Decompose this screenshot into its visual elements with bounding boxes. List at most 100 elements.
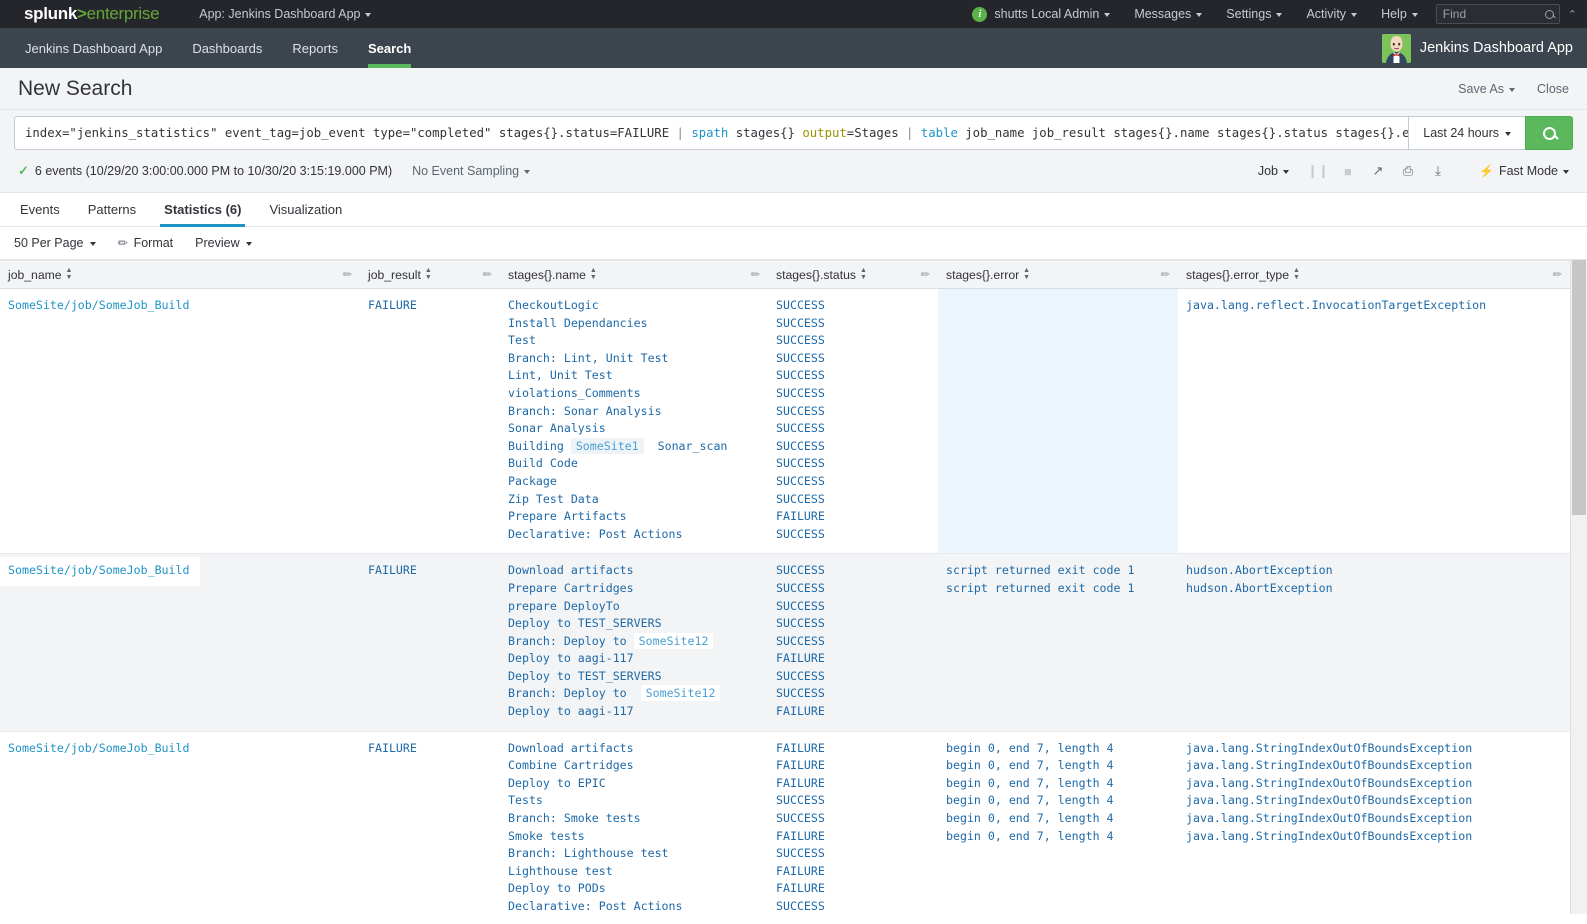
column-edit-icon[interactable]: ✎ bbox=[1550, 267, 1565, 282]
nav-item-dashboards[interactable]: Dashboards bbox=[177, 28, 277, 68]
cell-stage-error-types[interactable]: java.lang.StringIndexOutOfBoundsExceptio… bbox=[1178, 731, 1570, 914]
column-header-stages-error[interactable]: stages{}.error ▲ ▼ ✎ bbox=[938, 260, 1178, 289]
column-header-job-name[interactable]: job_name ▲ ▼ ✎ bbox=[0, 260, 360, 289]
stage-status-line: FAILURE bbox=[776, 775, 825, 790]
cell-stage-statuses[interactable]: FAILURE FAILURE FAILURE SUCCESS SUCCESS FAILU… bbox=[768, 731, 938, 914]
cell-stage-names[interactable]: Download artifacts Combine Cartridges Depl… bbox=[500, 731, 768, 914]
cell-stage-error-types[interactable]: hudson.AbortException hudson.AbortExcepti… bbox=[1178, 553, 1570, 732]
nav-label: Jenkins Dashboard App bbox=[25, 40, 163, 56]
save-as-button[interactable]: Save As bbox=[1458, 82, 1516, 96]
format-button[interactable]: ✎ Format bbox=[114, 234, 174, 251]
sort-icon[interactable]: ▲ ▼ bbox=[425, 267, 432, 281]
pencil-icon: ✎ bbox=[114, 234, 132, 252]
stage-status-line: SUCCESS bbox=[776, 473, 825, 488]
column-header-stages-name[interactable]: stages{}.name ▲ ▼ ✎ bbox=[500, 260, 768, 289]
cell-job-result[interactable]: FAILURE bbox=[360, 288, 500, 555]
table-row[interactable]: SomeSite/job/SomeJob_Build FAILURE Checkou… bbox=[0, 288, 1570, 555]
table-row[interactable]: SomeSite/job/SomeJob_Build FAILURE Downloa… bbox=[0, 731, 1570, 914]
stop-icon[interactable]: ■ bbox=[1333, 160, 1363, 182]
search-input[interactable]: index="jenkins_statistics" event_tag=job… bbox=[14, 116, 1409, 150]
find-input[interactable] bbox=[1442, 7, 1553, 21]
spl-token: | bbox=[676, 126, 692, 140]
vertical-scrollbar[interactable] bbox=[1570, 260, 1587, 914]
pause-icon[interactable]: ❙❙ bbox=[1303, 160, 1333, 182]
share-icon[interactable]: ↗ bbox=[1363, 160, 1393, 182]
tab-visualization[interactable]: Visualization bbox=[255, 193, 356, 226]
search-mode-menu[interactable]: ⚡ Fast Mode bbox=[1479, 164, 1569, 178]
tab-label: Events bbox=[20, 202, 60, 217]
scrollbar-thumb[interactable] bbox=[1572, 260, 1586, 515]
search-mode-label: Fast Mode bbox=[1498, 164, 1558, 178]
splunk-logo[interactable]: splunk > enterprise bbox=[24, 4, 160, 24]
collapse-icon[interactable]: ⌃ bbox=[1566, 8, 1577, 21]
user-menu[interactable]: i shutts Local Admin bbox=[960, 6, 1122, 22]
search-icon bbox=[1544, 9, 1554, 19]
time-range-picker[interactable]: Last 24 hours bbox=[1408, 116, 1525, 150]
job-status-row: ✓ 6 events (10/29/20 3:00:00.000 PM to 1… bbox=[0, 158, 1587, 193]
preview-label: Preview bbox=[195, 236, 240, 250]
spl-token: table bbox=[920, 126, 966, 140]
nav-label: Search bbox=[367, 40, 412, 56]
sort-icon[interactable]: ▲ ▼ bbox=[590, 267, 597, 281]
column-header-stages-status[interactable]: stages{}.status ▲ ▼ ✎ bbox=[768, 260, 938, 289]
settings-menu[interactable]: Settings bbox=[1214, 7, 1294, 21]
cell-stage-statuses[interactable]: SUCCESS SUCCESS SUCCESS SUCCESS SUCCESS FAILU… bbox=[768, 553, 938, 732]
cell-job-name[interactable]: SomeSite/job/SomeJob_Build bbox=[0, 553, 360, 732]
messages-menu-label: Messages bbox=[1134, 7, 1192, 21]
tab-patterns[interactable]: Patterns bbox=[74, 193, 150, 226]
cell-job-result[interactable]: FAILURE bbox=[360, 553, 500, 732]
column-edit-icon[interactable]: ✎ bbox=[918, 267, 933, 282]
cell-stage-names[interactable]: CheckoutLogic Install Dependancies Test Bra… bbox=[500, 288, 768, 555]
sort-icon[interactable]: ▲ ▼ bbox=[1023, 267, 1030, 281]
column-edit-icon[interactable]: ✎ bbox=[748, 267, 763, 282]
help-menu[interactable]: Help bbox=[1369, 7, 1430, 21]
app-selector[interactable]: App: Jenkins Dashboard App bbox=[199, 7, 372, 21]
job-name-link[interactable]: SomeSite/job/SomeJob_Build bbox=[8, 563, 189, 577]
job-menu[interactable]: Job bbox=[1258, 164, 1303, 178]
run-search-button[interactable] bbox=[1525, 116, 1573, 150]
cell-job-result[interactable]: FAILURE bbox=[360, 731, 500, 914]
cell-job-name[interactable]: SomeSite/job/SomeJob_Build bbox=[0, 288, 360, 555]
sort-icon[interactable]: ▲ ▼ bbox=[1293, 267, 1300, 281]
messages-menu[interactable]: Messages bbox=[1122, 7, 1214, 21]
job-name-link[interactable]: SomeSite/job/SomeJob_Build bbox=[8, 298, 189, 312]
cell-stage-statuses[interactable]: SUCCESS SUCCESS SUCCESS SUCCESS SUCCESS SUCCE… bbox=[768, 288, 938, 555]
column-edit-icon[interactable]: ✎ bbox=[480, 267, 495, 282]
tab-events[interactable]: Events bbox=[6, 193, 74, 226]
nav-item-jenkins-dashboard-app[interactable]: Jenkins Dashboard App bbox=[10, 28, 177, 68]
cell-stage-errors[interactable]: script returned exit code 1 script return… bbox=[938, 553, 1178, 732]
cell-stage-errors[interactable] bbox=[938, 288, 1178, 555]
preview-menu[interactable]: Preview bbox=[195, 236, 252, 250]
stage-status-line: SUCCESS bbox=[776, 668, 825, 683]
highlighted-token: SomeSite12 bbox=[640, 685, 721, 702]
statistics-table: job_name ▲ ▼ ✎ job_result ▲ ▼ ✎ stages{}.nam… bbox=[0, 260, 1570, 914]
per-page-menu[interactable]: 50 Per Page bbox=[14, 236, 96, 250]
column-edit-icon[interactable]: ✎ bbox=[1158, 267, 1173, 282]
job-name-link[interactable]: SomeSite/job/SomeJob_Build bbox=[8, 741, 189, 755]
stage-status-line: SUCCESS bbox=[776, 633, 825, 648]
format-label: Format bbox=[133, 236, 174, 250]
nav-item-reports[interactable]: Reports bbox=[277, 28, 353, 68]
sort-icon[interactable]: ▲ ▼ bbox=[860, 267, 867, 281]
nav-item-search[interactable]: Search bbox=[353, 28, 426, 68]
column-label: stages{}.status bbox=[776, 267, 856, 282]
cell-job-name[interactable]: SomeSite/job/SomeJob_Build bbox=[0, 731, 360, 914]
column-header-stages-error-type[interactable]: stages{}.error_type ▲ ▼ ✎ bbox=[1178, 260, 1570, 289]
column-edit-icon[interactable]: ✎ bbox=[340, 267, 355, 282]
stage-status-line: SUCCESS bbox=[776, 686, 825, 701]
cell-stage-names[interactable]: Download artifacts Prepare Cartridges prep… bbox=[500, 553, 768, 732]
event-sampling-menu[interactable]: No Event Sampling bbox=[412, 164, 531, 178]
close-button[interactable]: Close bbox=[1537, 82, 1569, 96]
print-icon[interactable]: ⎙ bbox=[1393, 160, 1423, 182]
stage-status-line: SUCCESS bbox=[776, 456, 825, 471]
tab-statistics[interactable]: Statistics (6) bbox=[150, 193, 255, 227]
column-header-job-result[interactable]: job_result ▲ ▼ ✎ bbox=[360, 260, 500, 289]
stage-name-line: violations_Comments bbox=[508, 385, 641, 400]
table-row[interactable]: SomeSite/job/SomeJob_Build FAILURE Downloa… bbox=[0, 553, 1570, 732]
find-box[interactable] bbox=[1435, 4, 1560, 24]
sort-icon[interactable]: ▲ ▼ bbox=[66, 267, 73, 281]
cell-stage-error-types[interactable]: java.lang.reflect.InvocationTargetExcept… bbox=[1178, 288, 1570, 555]
export-icon[interactable]: ⤓ bbox=[1423, 160, 1453, 182]
activity-menu[interactable]: Activity bbox=[1294, 7, 1369, 21]
cell-stage-errors[interactable]: begin 0, end 7, length 4 begin 0, end 7, … bbox=[938, 731, 1178, 914]
